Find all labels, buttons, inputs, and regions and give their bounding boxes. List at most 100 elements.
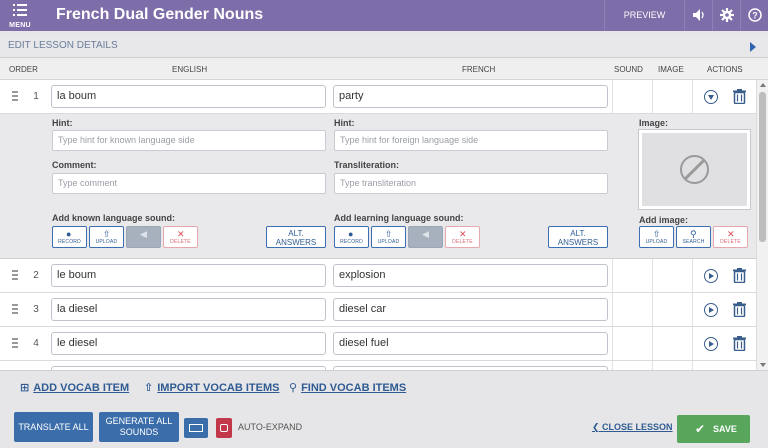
expand-arrow-icon	[750, 42, 756, 52]
close-icon: ✕	[459, 229, 467, 239]
drag-handle-icon[interactable]	[12, 338, 18, 350]
delete-learning-button[interactable]: ✕ DELETE	[445, 226, 480, 248]
expand-row-icon[interactable]	[704, 269, 718, 283]
comment-label: Comment:	[52, 160, 97, 170]
trash-icon[interactable]	[733, 336, 746, 351]
edit-lesson-details-label: EDIT LESSON DETAILS	[8, 40, 118, 51]
trash-icon[interactable]	[733, 268, 746, 283]
auto-expand-toggle[interactable]	[216, 418, 232, 438]
alt-answers-learning-button[interactable]: ALT. ANSWERS	[548, 226, 608, 248]
foreign-hint-input[interactable]: Type hint for foreign language side	[334, 130, 608, 151]
english-input[interactable]: la boum	[51, 85, 326, 108]
expand-row-icon[interactable]	[704, 337, 718, 351]
alt-answers-known-button[interactable]: ALT. ANSWERS	[266, 226, 326, 248]
upload-learning-button[interactable]: ⇧ UPLOAD	[371, 226, 406, 248]
preview-button[interactable]: PREVIEW	[604, 0, 684, 31]
keyboard-icon	[189, 424, 203, 432]
upload-known-button[interactable]: ⇧ UPLOAD	[89, 226, 124, 248]
footer: TRANSLATE ALL GENERATE ALL SOUNDS AUTO-EX…	[0, 402, 768, 448]
image-label: Image:	[639, 118, 669, 128]
english-input[interactable]: le diesel	[51, 332, 326, 355]
search-icon: ⚲	[690, 229, 697, 239]
sound-toggle-button[interactable]	[684, 0, 712, 31]
chevron-left-icon: ❮	[592, 422, 603, 432]
table-row	[0, 361, 756, 370]
save-button[interactable]: ✔ SAVE	[677, 415, 750, 443]
table-scrollbar[interactable]	[756, 80, 768, 370]
find-vocab-items-link[interactable]: ⚲ FIND VOCAB ITEMS	[289, 381, 406, 394]
search-icon: ⚲	[289, 382, 298, 394]
translate-all-button[interactable]: TRANSLATE ALL	[14, 412, 93, 442]
add-known-sound-label: Add known language sound:	[52, 213, 175, 223]
header-sound: SOUND	[614, 65, 643, 74]
known-hint-label: Hint:	[52, 118, 73, 128]
help-icon: ?	[748, 8, 762, 22]
row-order: 4	[33, 338, 39, 349]
trash-icon[interactable]	[733, 302, 746, 317]
record-learning-button[interactable]: ● RECORD	[334, 226, 369, 248]
transliteration-input[interactable]: Type transliteration	[334, 173, 608, 194]
table-row: 4 le diesel diesel fuel	[0, 327, 756, 361]
drag-handle-icon[interactable]	[12, 91, 18, 103]
generate-all-sounds-button[interactable]: GENERATE ALL SOUNDS	[99, 412, 179, 442]
keyboard-button[interactable]	[184, 418, 208, 438]
microphone-icon: ●	[348, 229, 354, 239]
search-image-button[interactable]: ⚲ SEARCH	[676, 226, 711, 248]
checkmark-icon: ✔	[695, 422, 706, 436]
header-english: ENGLISH	[172, 65, 208, 74]
drag-handle-icon[interactable]	[12, 304, 18, 316]
french-input[interactable]: explosion	[333, 264, 608, 287]
gear-icon	[720, 8, 734, 22]
play-learning-button[interactable]: ◀	[408, 226, 443, 248]
english-input[interactable]: la diesel	[51, 298, 326, 321]
close-icon: ✕	[177, 229, 185, 239]
close-lesson-link[interactable]: ❮ CLOSE LESSON	[592, 422, 673, 433]
vocab-links-bar: ⊞ ADD VOCAB ITEM ⇧ IMPORT VOCAB ITEMS ⚲ FIN…	[0, 370, 768, 402]
speaker-icon: ◀	[140, 229, 147, 239]
french-input[interactable]: diesel car	[333, 298, 608, 321]
expand-row-icon[interactable]	[704, 303, 718, 317]
top-bar: MENU French Dual Gender Nouns PREVIEW ?	[0, 0, 768, 31]
import-vocab-items-link[interactable]: ⇧ IMPORT VOCAB ITEMS	[144, 381, 279, 394]
lesson-title: French Dual Gender Nouns	[56, 6, 264, 23]
french-input[interactable]: party	[333, 85, 608, 108]
image-placeholder[interactable]	[638, 129, 751, 210]
scroll-down-icon[interactable]	[760, 363, 766, 367]
trash-icon[interactable]	[733, 89, 746, 104]
edit-lesson-details-bar[interactable]: EDIT LESSON DETAILS	[0, 36, 768, 58]
menu-label: MENU	[9, 22, 31, 29]
add-vocab-item-link[interactable]: ⊞ ADD VOCAB ITEM	[20, 381, 129, 394]
help-button[interactable]: ?	[740, 0, 768, 31]
delete-image-button[interactable]: ✕ DELETE	[713, 226, 748, 248]
settings-button[interactable]	[712, 0, 740, 31]
header-actions: ACTIONS	[707, 65, 743, 74]
upload-image-button[interactable]: ⇧ UPLOAD	[639, 226, 674, 248]
menu-button[interactable]: MENU	[0, 0, 40, 31]
table-row: 3 la diesel diesel car	[0, 293, 756, 327]
scroll-thumb[interactable]	[759, 92, 766, 242]
comment-input[interactable]: Type comment	[52, 173, 326, 194]
add-learning-sound-label: Add learning language sound:	[334, 213, 464, 223]
scroll-up-icon[interactable]	[760, 83, 766, 87]
row-details-panel: Hint: Hint: Image: Type hint for known l…	[0, 114, 756, 259]
english-input[interactable]: le boum	[51, 264, 326, 287]
upload-icon: ⇧	[385, 229, 393, 239]
upload-icon: ⇧	[653, 229, 661, 239]
close-icon: ✕	[727, 229, 735, 239]
row-order: 1	[33, 91, 39, 102]
french-input[interactable]: diesel fuel	[333, 332, 608, 355]
drag-handle-icon[interactable]	[12, 270, 18, 282]
collapse-row-icon[interactable]	[704, 90, 718, 104]
known-hint-input[interactable]: Type hint for known language side	[52, 130, 326, 151]
upload-icon: ⇧	[144, 382, 154, 394]
vocab-table: 1 la boum party Hint: Hint: Image: Type …	[0, 80, 756, 370]
record-known-button[interactable]: ● RECORD	[52, 226, 87, 248]
table-row: 1 la boum party	[0, 80, 756, 114]
speaker-icon	[693, 9, 704, 21]
auto-expand-label: AUTO-EXPAND	[238, 422, 303, 432]
play-known-button[interactable]: ◀	[126, 226, 161, 248]
svg-text:?: ?	[752, 11, 758, 21]
delete-known-button[interactable]: ✕ DELETE	[163, 226, 198, 248]
speaker-icon: ◀	[422, 229, 429, 239]
add-image-label: Add image:	[639, 215, 689, 225]
